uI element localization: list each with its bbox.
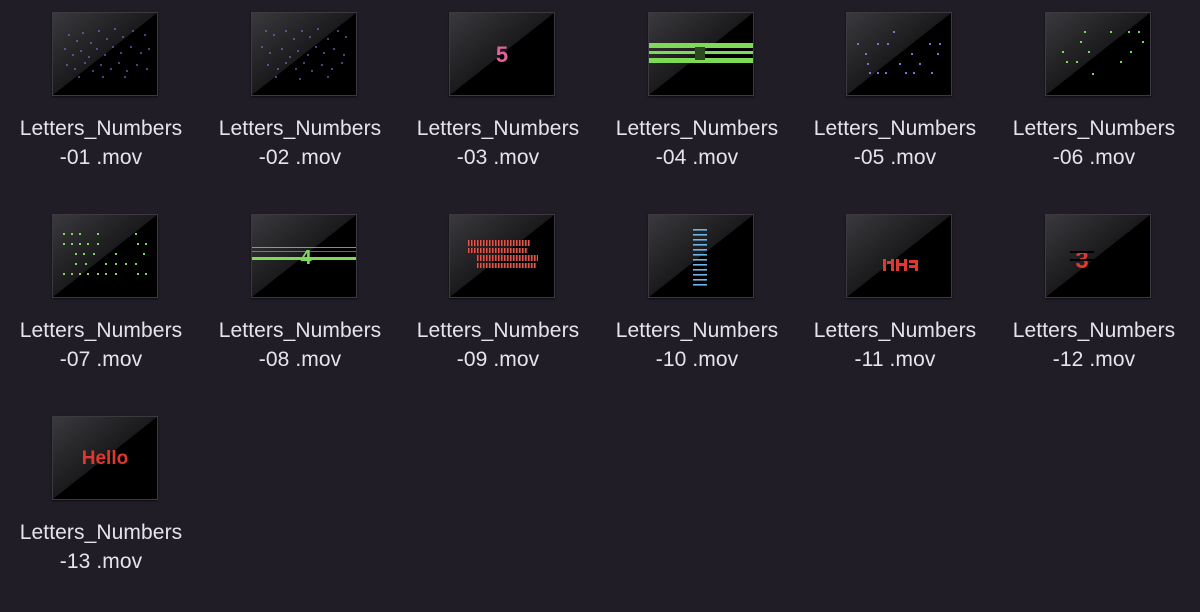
file-name-line2: -03 .mov bbox=[456, 146, 540, 169]
red-glitch-digit-icon: 3 bbox=[1046, 215, 1150, 297]
file-name: Letters_Numbers -06 .mov bbox=[995, 114, 1193, 172]
green-letters-grid-icon bbox=[53, 215, 157, 297]
file-name-line1: Letters_Numbers bbox=[813, 319, 977, 342]
video-thumbnail[interactable] bbox=[648, 214, 754, 298]
video-thumbnail[interactable] bbox=[449, 214, 555, 298]
file-name-line1: Letters_Numbers bbox=[813, 117, 977, 140]
pink-digit-icon: 5 bbox=[450, 13, 554, 95]
video-thumbnail[interactable] bbox=[52, 214, 158, 298]
file-name: Letters_Numbers -08 .mov bbox=[201, 316, 399, 374]
purple-dots-grid-icon bbox=[252, 13, 356, 95]
file-item-12[interactable]: 3 Letters_Numbers -12 .mov bbox=[995, 202, 1193, 392]
video-thumbnail[interactable]: 5 bbox=[449, 12, 555, 96]
file-item-09[interactable]: Letters_Numbers -09 .mov bbox=[399, 202, 597, 392]
video-thumbnail[interactable] bbox=[648, 12, 754, 96]
video-thumbnail[interactable] bbox=[1045, 12, 1151, 96]
video-thumbnail[interactable]: Hello bbox=[52, 416, 158, 500]
file-item-08[interactable]: 4 Letters_Numbers -08 .mov bbox=[201, 202, 399, 392]
red-striped-blocks-icon bbox=[450, 215, 554, 297]
green-bars-digit-icon bbox=[649, 13, 753, 95]
video-thumbnail[interactable]: 4 bbox=[251, 214, 357, 298]
video-thumbnail[interactable] bbox=[846, 214, 952, 298]
file-name: Letters_Numbers -04 .mov bbox=[598, 114, 796, 172]
file-item-13[interactable]: Hello Letters_Numbers -13 .mov bbox=[2, 404, 200, 594]
file-name-line1: Letters_Numbers bbox=[416, 319, 580, 342]
file-name-line1: Letters_Numbers bbox=[1012, 117, 1176, 140]
file-name: Letters_Numbers -13 .mov bbox=[2, 518, 200, 576]
green-digits-scatter-icon bbox=[1046, 13, 1150, 95]
file-name-line1: Letters_Numbers bbox=[416, 117, 580, 140]
file-name-line2: -11 .mov bbox=[854, 348, 936, 371]
file-name-line2: -08 .mov bbox=[258, 348, 342, 371]
file-name: Letters_Numbers -10 .mov bbox=[598, 316, 796, 374]
file-name: Letters_Numbers -09 .mov bbox=[399, 316, 597, 374]
file-name-line1: Letters_Numbers bbox=[19, 521, 183, 544]
file-grid: Letters_Numbers -01 .mov Letters_Numbers… bbox=[0, 0, 1200, 612]
file-name-line1: Letters_Numbers bbox=[218, 319, 382, 342]
file-name-line2: -10 .mov bbox=[655, 348, 739, 371]
file-item-01[interactable]: Letters_Numbers -01 .mov bbox=[2, 0, 200, 190]
video-thumbnail[interactable] bbox=[251, 12, 357, 96]
file-name: Letters_Numbers -07 .mov bbox=[2, 316, 200, 374]
file-name: Letters_Numbers -01 .mov bbox=[2, 114, 200, 172]
file-name-line2: -06 .mov bbox=[1052, 146, 1136, 169]
video-thumbnail[interactable] bbox=[52, 12, 158, 96]
file-name-line1: Letters_Numbers bbox=[615, 319, 779, 342]
red-glitch-text-icon bbox=[847, 215, 951, 297]
thumb-text: 5 bbox=[496, 42, 508, 67]
purple-letters-scatter-icon bbox=[847, 13, 951, 95]
file-name-line2: -12 .mov bbox=[1052, 348, 1136, 371]
file-name: Letters_Numbers -03 .mov bbox=[399, 114, 597, 172]
file-item-10[interactable]: Letters_Numbers -10 .mov bbox=[598, 202, 796, 392]
purple-dots-grid-icon bbox=[53, 13, 157, 95]
file-item-06[interactable]: Letters_Numbers -06 .mov bbox=[995, 0, 1193, 190]
file-name-line1: Letters_Numbers bbox=[1012, 319, 1176, 342]
file-name: Letters_Numbers -02 .mov bbox=[201, 114, 399, 172]
file-name-line2: -13 .mov bbox=[59, 550, 143, 573]
file-item-04[interactable]: Letters_Numbers -04 .mov bbox=[598, 0, 796, 190]
file-name: Letters_Numbers -05 .mov bbox=[796, 114, 994, 172]
file-name: Letters_Numbers -12 .mov bbox=[995, 316, 1193, 374]
file-name-line2: -09 .mov bbox=[456, 348, 540, 371]
file-name-line1: Letters_Numbers bbox=[19, 319, 183, 342]
file-name-line1: Letters_Numbers bbox=[615, 117, 779, 140]
thumb-text: Hello bbox=[82, 448, 128, 469]
video-thumbnail[interactable] bbox=[846, 12, 952, 96]
file-item-03[interactable]: 5 Letters_Numbers -03 .mov bbox=[399, 0, 597, 190]
file-name-line2: -05 .mov bbox=[853, 146, 937, 169]
file-name: Letters_Numbers -11 .mov bbox=[796, 316, 994, 374]
file-item-02[interactable]: Letters_Numbers -02 .mov bbox=[201, 0, 399, 190]
file-name-line2: -07 .mov bbox=[59, 348, 143, 371]
red-glow-word-icon: Hello bbox=[53, 417, 157, 499]
file-name-line1: Letters_Numbers bbox=[218, 117, 382, 140]
file-item-05[interactable]: Letters_Numbers -05 .mov bbox=[796, 0, 994, 190]
blue-text-column-icon bbox=[649, 215, 753, 297]
green-line-digit-icon: 4 bbox=[252, 215, 356, 297]
file-item-07[interactable]: Letters_Numbers -07 .mov bbox=[2, 202, 200, 392]
thumb-text: 4 bbox=[300, 247, 312, 269]
file-name-line2: -04 .mov bbox=[655, 146, 739, 169]
file-name-line2: -02 .mov bbox=[258, 146, 342, 169]
file-name-line1: Letters_Numbers bbox=[19, 117, 183, 140]
file-name-line2: -01 .mov bbox=[59, 146, 143, 169]
file-item-11[interactable]: Letters_Numbers -11 .mov bbox=[796, 202, 994, 392]
video-thumbnail[interactable]: 3 bbox=[1045, 214, 1151, 298]
